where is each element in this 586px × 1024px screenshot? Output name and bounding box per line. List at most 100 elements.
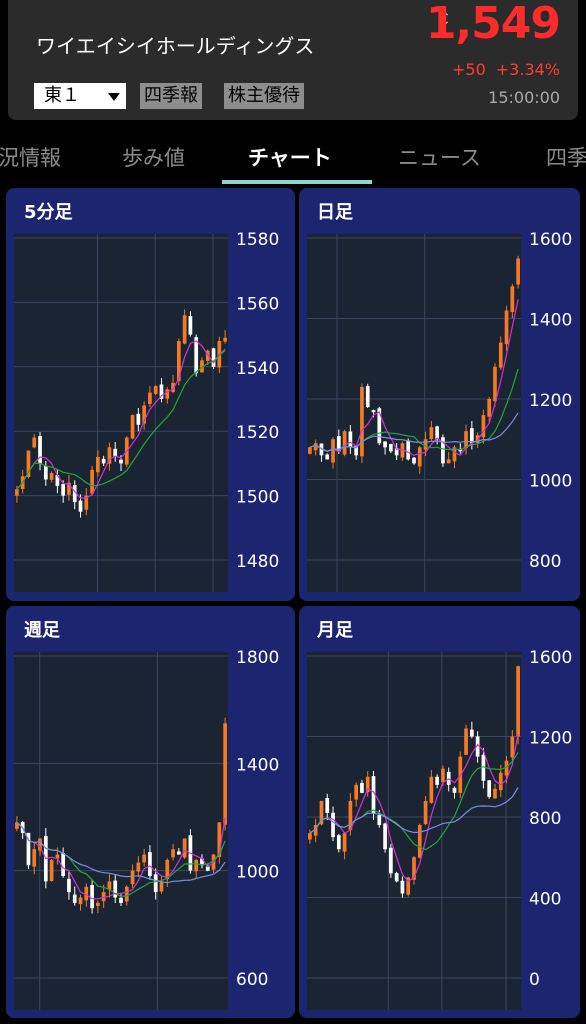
candle-body xyxy=(153,874,158,893)
candle-body xyxy=(308,447,312,454)
y-tick-label: 1540 xyxy=(236,359,279,379)
candle-body xyxy=(389,444,393,452)
y-tick-label: 1500 xyxy=(236,488,279,508)
x-tick-label: 13:00 xyxy=(73,599,122,601)
y-tick-label: 1600 xyxy=(529,230,572,250)
candle-body xyxy=(498,342,503,368)
candle-body xyxy=(188,315,193,335)
chart-5min: 1580 1560 1540 1520 1500 1480 13:00 14:00 15:00 xyxy=(14,230,279,601)
candle-body xyxy=(446,459,451,464)
candle-body xyxy=(365,386,370,408)
chart-panel-daily[interactable]: 日足 1600 1400 1200 1000 800 22/02 22/03 xyxy=(299,188,580,601)
candle-body xyxy=(452,787,457,793)
candle-body xyxy=(469,729,474,737)
candle-body xyxy=(61,484,66,496)
y-tick-label: 1560 xyxy=(236,294,279,314)
candle-body xyxy=(429,427,434,440)
chart-daily: 1600 1400 1200 1000 800 22/02 22/03 xyxy=(307,230,572,601)
candle-body xyxy=(194,859,199,872)
chart-panel-weekly[interactable]: 週足 1800 1400 1000 600 21/07 22/01 xyxy=(6,606,295,1018)
tab-trades[interactable]: 歩み値 xyxy=(122,142,185,172)
tab-shikiho[interactable]: 四季 xyxy=(546,142,586,172)
candle-body xyxy=(417,447,422,467)
candle-body xyxy=(429,776,434,803)
x-tick-label: 15:00 xyxy=(189,599,238,601)
candle-body xyxy=(171,849,175,858)
y-tick-label: 1400 xyxy=(529,311,572,331)
tab-overview[interactable]: 況情報 xyxy=(0,142,61,172)
x-tick-label: 2021 xyxy=(420,1017,463,1018)
candle-body xyxy=(159,881,164,892)
shikiho-button[interactable]: 四季報 xyxy=(140,83,202,109)
stock-header: ワイエイシイホールディングス C 1,549 +50 +3.34% 15:00:0… xyxy=(8,0,578,120)
tab-bar: 況情報 歩み値 チャート ニュース 四季 xyxy=(0,128,586,186)
candle-body xyxy=(90,885,94,909)
candle-body xyxy=(96,456,100,473)
candle-body xyxy=(49,473,54,480)
candle-body xyxy=(336,835,341,850)
tab-news[interactable]: ニュース xyxy=(398,142,481,172)
market-select[interactable]: 東１ xyxy=(34,83,126,109)
stock-price: 1,549 xyxy=(425,0,561,49)
plot-area xyxy=(307,652,521,1010)
chevron-down-icon xyxy=(108,93,120,101)
y-tick-label: 800 xyxy=(529,552,561,572)
chart-title: 日足 xyxy=(317,202,353,223)
chart-title: 月足 xyxy=(317,620,353,641)
candle-body xyxy=(49,859,54,881)
candle-body xyxy=(435,776,439,785)
candle-body xyxy=(383,441,387,448)
y-tick-label: 1580 xyxy=(236,230,279,250)
candle-body xyxy=(371,410,376,413)
y-tick-label: 0 xyxy=(529,970,540,990)
candle-body xyxy=(148,852,152,877)
candle-body xyxy=(96,902,100,906)
candle-body xyxy=(487,780,492,797)
candle-body xyxy=(325,798,330,813)
candle-body xyxy=(377,815,382,826)
candle-body xyxy=(78,897,83,905)
candle-body xyxy=(72,894,77,903)
candle-body xyxy=(469,428,474,444)
candle-body xyxy=(423,800,428,825)
candle-body xyxy=(516,666,520,737)
plot-area xyxy=(14,234,228,592)
y-tick-label: 1800 xyxy=(236,648,279,668)
candle-body xyxy=(441,768,445,782)
candle-body xyxy=(360,782,364,793)
candle-body xyxy=(90,469,94,494)
candle-body xyxy=(32,849,37,867)
candle-body xyxy=(38,436,42,464)
candle-body xyxy=(211,348,216,367)
x-tick-label: 2020 xyxy=(367,1017,410,1018)
candle-body xyxy=(348,431,353,448)
y-tick-label: 1480 xyxy=(236,552,279,572)
candle-body xyxy=(67,878,71,893)
candle-body xyxy=(342,833,347,852)
chart-monthly: 1600 1200 800 400 0 2020 2021 2022 xyxy=(307,648,572,1018)
candle-body xyxy=(130,415,135,439)
candle-body xyxy=(130,870,135,885)
x-tick-label: 22/02 xyxy=(312,599,361,601)
candle-body xyxy=(435,426,439,440)
chart-panel-5min[interactable]: 5分足 15801560154015201500148013:0014:0015… xyxy=(6,188,295,601)
y-tick-label: 1400 xyxy=(236,755,279,775)
candle-body xyxy=(148,392,152,404)
candle-body xyxy=(389,847,393,874)
chart-title: 5分足 xyxy=(24,202,73,223)
chart-panel-monthly[interactable]: 月足 1600 1200 800 400 0 2020 2021 2022 xyxy=(299,606,580,1018)
candle-body xyxy=(313,443,318,451)
candle-body xyxy=(78,500,83,512)
candle-body xyxy=(101,458,106,464)
candle-body xyxy=(331,439,335,463)
candle-body xyxy=(354,784,359,800)
tab-chart[interactable]: チャート xyxy=(248,142,332,172)
candle-body xyxy=(493,788,497,799)
x-tick-label: 22/03 xyxy=(400,599,449,601)
stock-name: ワイエイシイホールディングス xyxy=(36,34,315,58)
candle-body xyxy=(417,825,422,858)
shareholder-benefit-button[interactable]: 株主優待 xyxy=(224,83,304,109)
candle-body xyxy=(360,386,364,457)
candle-body xyxy=(153,386,158,394)
y-tick-label: 1200 xyxy=(529,729,572,749)
